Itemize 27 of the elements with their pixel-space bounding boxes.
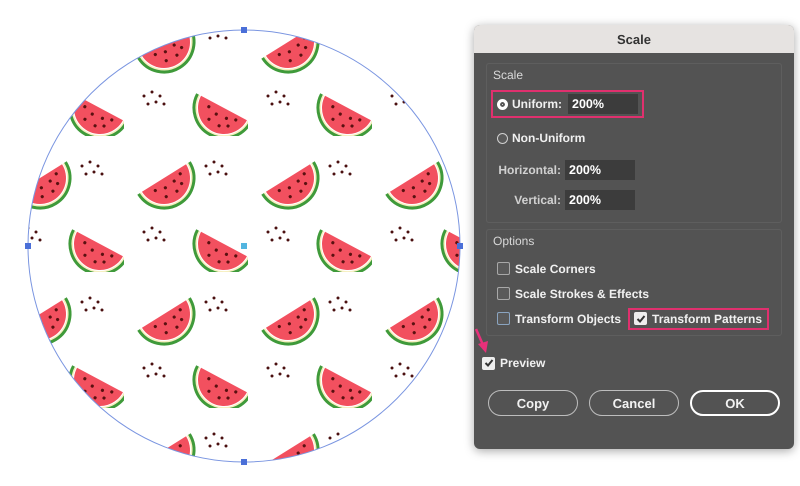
checkbox-label[interactable]: Transform Objects [515,312,622,326]
checkbox-option[interactable]: Transform Objects [491,308,628,330]
group-heading: Options [493,234,536,248]
checkbox-option[interactable]: Scale Corners [491,258,603,280]
checkbox-label[interactable]: Preview [500,356,546,370]
checkbox-label[interactable]: Scale Strokes & Effects [515,286,650,300]
dialog-title: Scale [617,32,651,46]
radio-label[interactable]: Uniform: [512,97,562,111]
checkbox-option[interactable]: Preview [476,352,552,374]
value-field[interactable]: 200% [565,160,635,180]
radio-button[interactable] [497,132,508,144]
field-label: Vertical: [513,193,561,207]
radio-label[interactable]: Non-Uniform [512,131,586,145]
checkbox[interactable] [497,287,510,300]
checkbox-option[interactable]: Transform Patterns [628,308,770,330]
value-field[interactable]: 200% [565,190,635,210]
dialog-button[interactable]: Copy [488,390,578,416]
dialog-button[interactable]: OK [690,390,780,416]
value-field[interactable]: 200% [568,94,638,114]
checkbox-option[interactable]: Scale Strokes & Effects [491,282,656,304]
group-heading: Scale [493,68,524,82]
checkbox-label[interactable]: Transform Patterns [652,312,762,326]
dialog-button[interactable]: Cancel [589,390,679,416]
checkbox-label[interactable]: Scale Corners [515,262,596,276]
field-label: Horizontal: [497,163,561,177]
checkbox[interactable] [497,262,510,275]
checkbox[interactable] [497,312,510,325]
